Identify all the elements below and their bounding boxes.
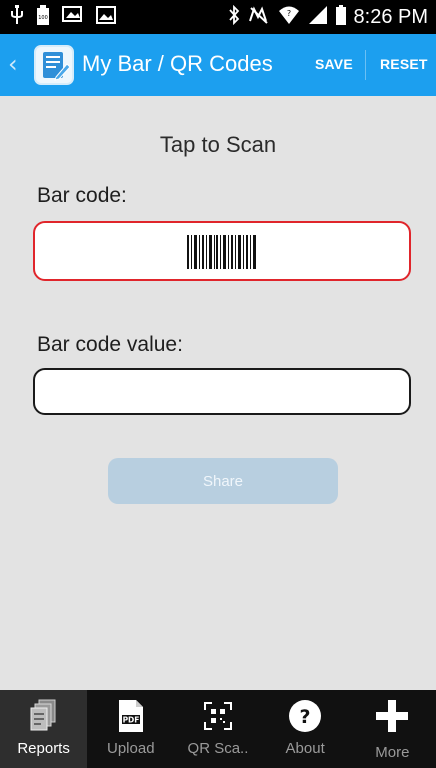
battery-icon [335, 4, 346, 30]
plus-icon [349, 698, 436, 734]
battery-full-icon: 100 [36, 4, 50, 30]
help-icon: ? [262, 698, 349, 734]
nav-label-upload: Upload [107, 740, 155, 757]
note-edit-icon[interactable] [34, 45, 74, 85]
chevron-left-icon[interactable]: ‹ [8, 50, 18, 78]
pdf-upload-icon: PDF [87, 698, 174, 734]
wifi-icon: ? [278, 5, 300, 30]
nav-item-more[interactable]: More [349, 690, 436, 768]
barcode-scan-field[interactable] [33, 221, 411, 281]
svg-text:?: ? [300, 706, 311, 728]
nav-label-about: About [285, 740, 325, 757]
no-sim-icon [248, 5, 270, 30]
barcode-label: Bar code: [37, 184, 127, 207]
svg-text:100: 100 [38, 15, 48, 21]
nav-label-reports: Reports [17, 740, 70, 757]
media-icon [62, 5, 84, 29]
usb-icon [10, 4, 24, 30]
reports-icon [0, 698, 87, 734]
nav-item-about[interactable]: ? About [262, 690, 349, 768]
barcode-icon [187, 235, 257, 274]
qr-scan-icon [174, 698, 261, 734]
save-button[interactable]: SAVE [315, 56, 353, 72]
nav-item-qr-scan[interactable]: QR Sca.. [174, 690, 261, 768]
signal-icon [308, 5, 328, 30]
share-button[interactable]: Share [108, 458, 338, 504]
status-system: ? 8:26 PM [228, 4, 428, 30]
bluetooth-icon [228, 4, 240, 30]
reset-button[interactable]: RESET [380, 56, 428, 72]
image-icon [96, 5, 116, 29]
svg-text:PDF: PDF [122, 716, 139, 725]
page-title: My Bar / QR Codes [82, 51, 273, 76]
action-bar: ‹ My Bar / QR Codes SAVE RESET [0, 34, 436, 96]
status-time: 8:26 PM [353, 5, 428, 28]
nav-label-more: More [375, 744, 410, 761]
status-notifications: 100 [10, 4, 116, 30]
action-divider [365, 50, 366, 80]
barcode-value-label: Bar code value: [37, 333, 183, 356]
tap-to-scan-heading[interactable]: Tap to Scan [0, 132, 436, 158]
bottom-nav: Reports PDF Upload QR Sca.. ? About More [0, 690, 436, 768]
status-bar: 100 ? 8:26 PM [0, 0, 436, 34]
nav-item-upload[interactable]: PDF Upload [87, 690, 174, 768]
barcode-value-input[interactable] [33, 368, 411, 415]
nav-item-reports[interactable]: Reports [0, 690, 88, 768]
nav-label-qr-scan: QR Sca.. [187, 740, 249, 757]
svg-text:?: ? [286, 9, 290, 18]
